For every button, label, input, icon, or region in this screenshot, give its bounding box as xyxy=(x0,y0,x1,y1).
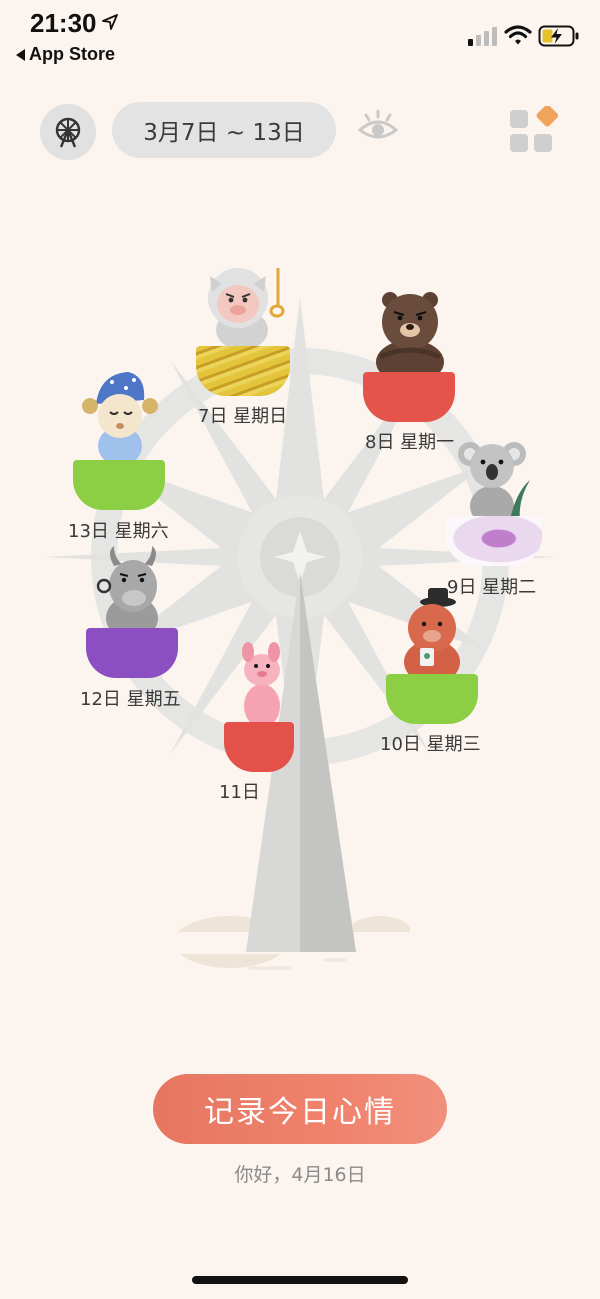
eye-icon[interactable] xyxy=(356,108,400,148)
gondola-day-13[interactable] xyxy=(73,460,165,510)
status-time: 21:30 xyxy=(30,8,97,38)
pig-astronaut-character xyxy=(208,268,285,350)
home-indicator[interactable] xyxy=(192,1276,408,1284)
sleepy-sheep-character xyxy=(82,372,158,462)
bear-with-hat-character xyxy=(404,588,460,678)
gondola-day-8[interactable] xyxy=(363,372,455,422)
ox-character xyxy=(96,546,158,638)
battery-charging-icon xyxy=(538,25,579,47)
greeting-text: 你好，4月16日 xyxy=(234,1164,366,1186)
ferris-wheel-icon xyxy=(55,117,81,148)
koala-character xyxy=(458,442,530,520)
ferris-wheel xyxy=(44,297,556,970)
gondola-day-10[interactable] xyxy=(386,674,478,724)
back-arrow-icon xyxy=(16,48,25,61)
day-label-11: 11日 xyxy=(219,782,260,803)
grid-icon[interactable] xyxy=(508,106,558,156)
brown-bear-character xyxy=(376,292,444,376)
date-range-selector[interactable]: 3月7日 ~ 13日 xyxy=(112,102,336,158)
day-label-10: 10日 星期三 xyxy=(380,734,481,755)
day-label-12: 12日 星期五 xyxy=(80,689,181,710)
cellular-signal-icon xyxy=(468,27,497,46)
day-label-7: 7日 星期日 xyxy=(198,406,288,427)
ferris-wheel-button[interactable] xyxy=(40,104,96,160)
gondola-day-9[interactable] xyxy=(446,516,542,566)
date-range-label: 3月7日 ~ 13日 xyxy=(143,120,305,146)
wifi-icon xyxy=(504,25,532,45)
gondola-day-11[interactable] xyxy=(224,722,294,772)
back-to-app-store[interactable]: App Store xyxy=(16,44,115,65)
record-mood-button[interactable]: 记录今日心情 xyxy=(153,1074,447,1144)
back-app-label: App Store xyxy=(29,44,116,64)
record-mood-label: 记录今日心情 xyxy=(204,1095,396,1130)
location-arrow-icon xyxy=(102,14,118,30)
day-label-13: 13日 星期六 xyxy=(68,521,169,542)
gondola-day-7[interactable] xyxy=(196,346,290,396)
pink-dog-character xyxy=(242,642,280,726)
gondola-day-12[interactable] xyxy=(86,628,178,678)
day-label-8: 8日 星期一 xyxy=(365,432,455,453)
